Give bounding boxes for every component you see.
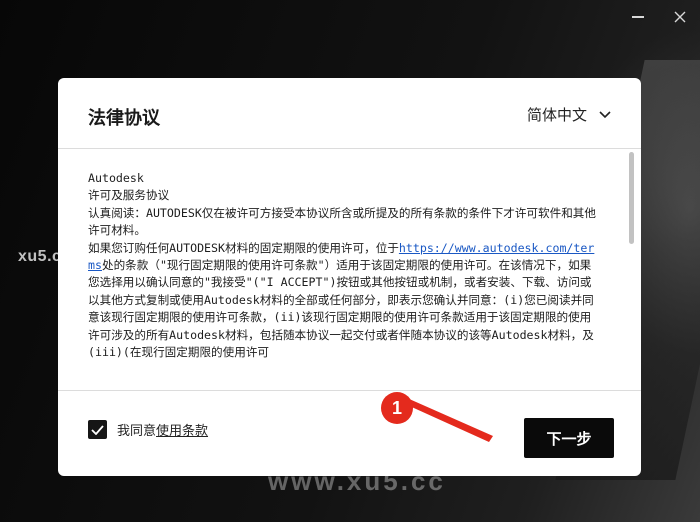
legal-agreement-dialog: 法律协议 简体中文 Autodesk 许可及服务协议认真阅读：AUTODESK仅在… [58, 78, 641, 476]
scrollbar-thumb[interactable] [629, 152, 634, 244]
dialog-title: 法律协议 [88, 108, 160, 129]
license-line-heading: 许可及服务协议 [88, 188, 170, 203]
annotation-badge: 1 [381, 392, 413, 424]
footer-divider [58, 390, 641, 391]
chevron-down-icon [599, 110, 611, 119]
terms-of-use-link[interactable]: 使用条款 [156, 424, 208, 439]
language-select[interactable]: 简体中文 [527, 104, 611, 125]
agree-checkbox[interactable] [88, 420, 107, 439]
next-button[interactable]: 下一步 [524, 418, 614, 458]
header-divider [58, 148, 641, 149]
license-line-brand: Autodesk [88, 171, 144, 185]
annotation-arrow-icon [405, 398, 493, 442]
watermark-bottom: www.xu5.cc [268, 466, 446, 496]
agree-terms: 我同意使用条款 [88, 420, 208, 439]
license-text: Autodesk 许可及服务协议认真阅读：AUTODESK仅在被许可方接受本协议所… [88, 170, 598, 388]
license-text-before-link: 如果您订购任何AUTODESK材料的固定期限的使用许可，位于 [88, 240, 399, 255]
agree-label-prefix: 我同意 [117, 424, 157, 439]
license-scrollbar[interactable] [629, 152, 635, 388]
window-controls [624, 4, 694, 30]
license-text-after-link: 处的条款（"现行固定期限的使用许可条款"）适用于该固定期限的使用许可。在该情况下… [88, 258, 594, 360]
agree-label: 我同意使用条款 [117, 420, 208, 439]
minimize-icon [632, 16, 644, 18]
close-button[interactable] [666, 4, 694, 30]
checkmark-icon [91, 424, 104, 435]
language-selected: 简体中文 [526, 106, 587, 124]
close-icon [674, 11, 686, 23]
minimize-button[interactable] [624, 4, 652, 30]
license-paragraph-2: 如果您订购任何AUTODESK材料的固定期限的使用许可，位于https://ww… [88, 240, 598, 362]
license-paragraph-1: 认真阅读：AUTODESK仅在被许可方接受本协议所含或所提及的所有条款的条件下才… [88, 205, 596, 238]
